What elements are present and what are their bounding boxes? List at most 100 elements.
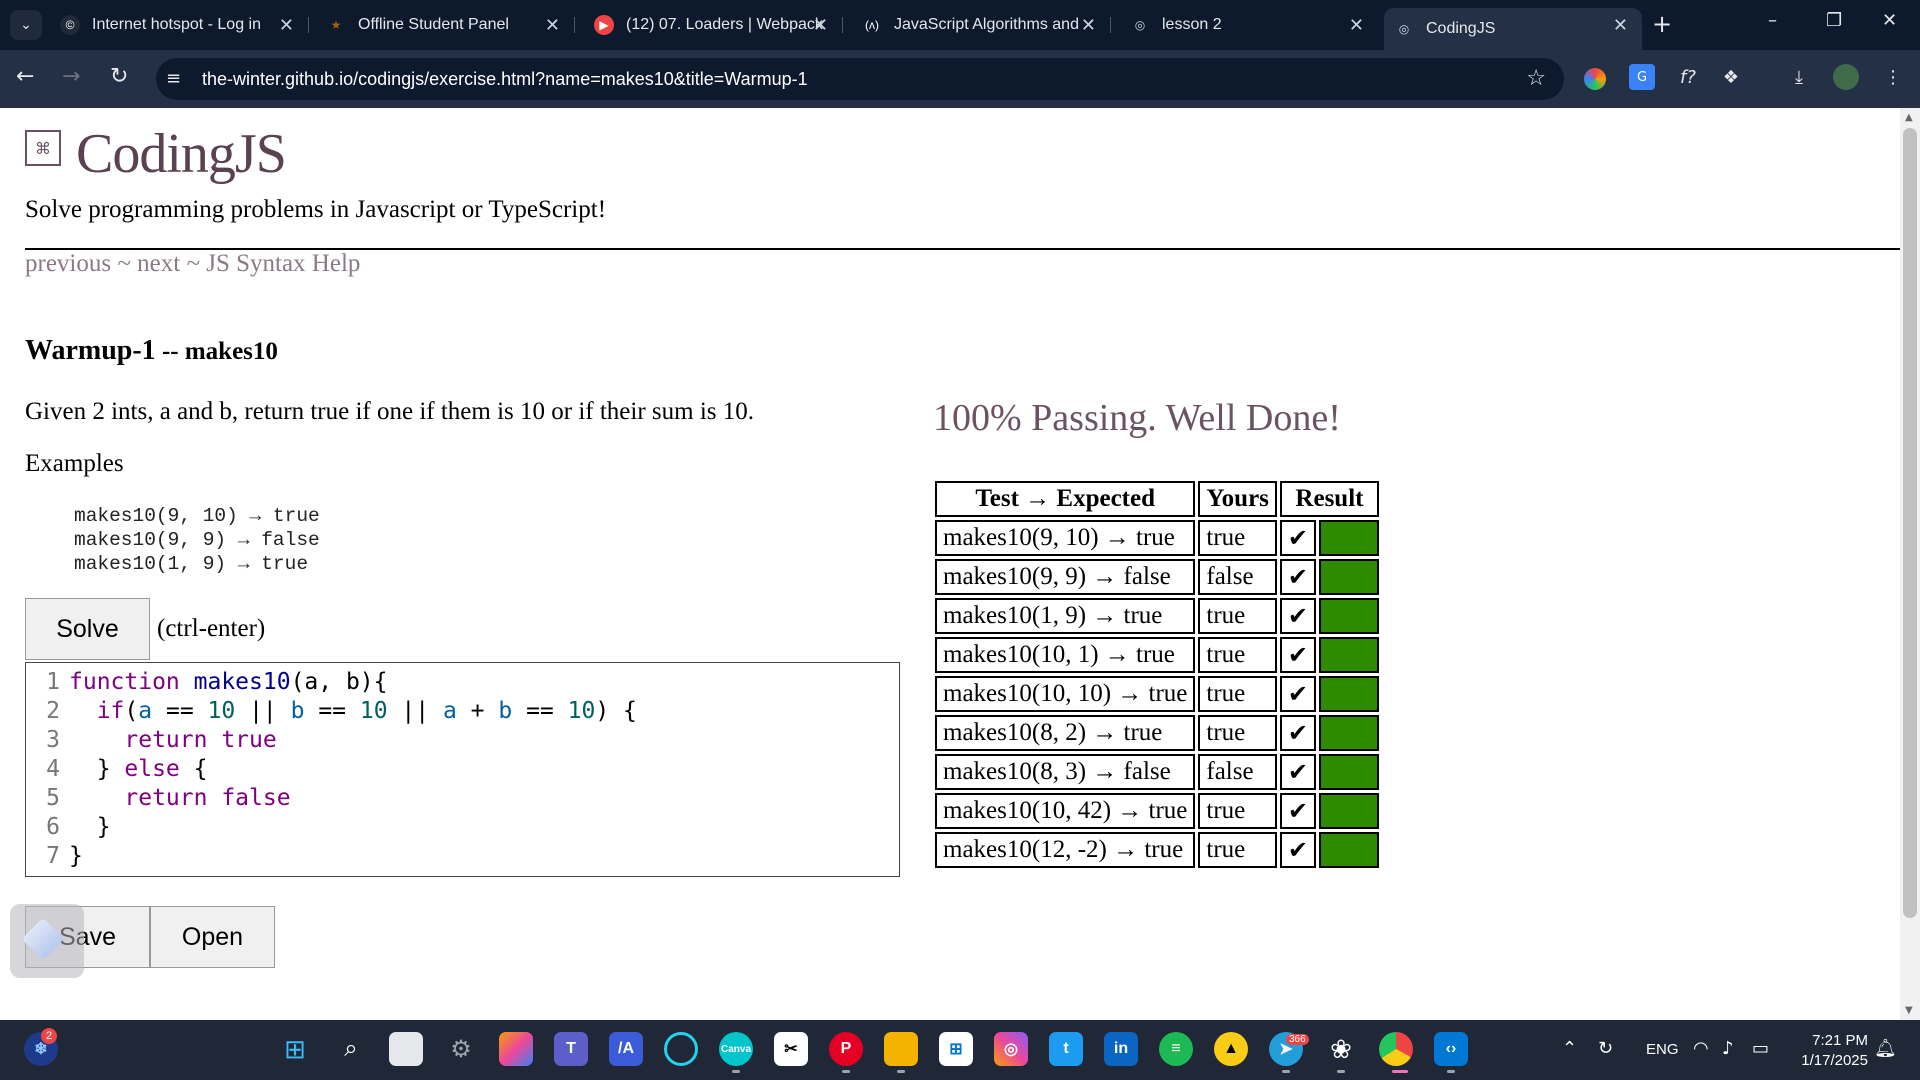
site-info-icon[interactable]: ≡: [166, 68, 181, 89]
solve-button[interactable]: Solve: [25, 598, 150, 660]
system-clock[interactable]: 7:21 PM 1/17/2025: [1780, 1031, 1868, 1071]
next-link[interactable]: next: [137, 250, 180, 277]
test-case-cell: makes10(12, -2) → true: [935, 832, 1196, 868]
settings-gear-icon[interactable]: ⚙: [444, 1032, 478, 1066]
code-token: }: [69, 843, 83, 869]
browser-tab[interactable]: ★ Offline Student Panel ✕: [316, 8, 575, 42]
pass-check-icon: ✔: [1279, 559, 1317, 595]
restore-icon[interactable]: ❐: [1826, 10, 1842, 31]
canva-icon[interactable]: Canva: [719, 1032, 753, 1066]
vpn-app-icon[interactable]: ▲: [1214, 1032, 1248, 1066]
task-view-icon[interactable]: [389, 1032, 423, 1066]
chrome-icon[interactable]: [1379, 1032, 1413, 1066]
notifications-bell-icon[interactable]: 🔔︎: [1874, 1038, 1897, 1059]
alexa-icon[interactable]: [664, 1032, 698, 1066]
file-explorer-icon[interactable]: [884, 1032, 918, 1066]
instagram-icon[interactable]: ◎: [994, 1032, 1028, 1066]
font-extension-icon[interactable]: f?: [1675, 64, 1701, 90]
yours-cell: true: [1198, 520, 1277, 556]
line-number: 3: [46, 727, 60, 753]
tab-favicon-icon: ★: [330, 18, 342, 32]
page-scrollbar[interactable]: ▲ ▼: [1900, 108, 1920, 1020]
close-tab-icon[interactable]: ✕: [1081, 15, 1096, 36]
code-editor[interactable]: 1 function makes10(a, b){2 if(a == 10 || …: [25, 662, 900, 877]
tab-search-chevron-icon[interactable]: ⌄: [10, 10, 42, 40]
color-extension-icon[interactable]: [1584, 68, 1606, 90]
teams-icon[interactable]: T: [554, 1032, 588, 1066]
minimize-icon[interactable]: –: [1768, 10, 1777, 31]
close-tab-icon[interactable]: ✕: [813, 15, 828, 36]
open-button[interactable]: Open: [150, 906, 275, 968]
code-text[interactable]: }: [69, 843, 83, 869]
browser-tab[interactable]: ◎ CodingJS ✕: [1384, 8, 1642, 50]
result-row: makes10(12, -2) → true true ✔: [935, 832, 1380, 868]
translate-extension-icon[interactable]: G: [1629, 64, 1655, 90]
show-hidden-icons-chevron-icon[interactable]: ⌃: [1562, 1038, 1577, 1059]
pass-check-icon: ✔: [1279, 676, 1317, 712]
spotify-icon[interactable]: ≡: [1159, 1032, 1193, 1066]
close-tab-icon[interactable]: ✕: [545, 15, 560, 36]
tab-separator: [1110, 17, 1111, 33]
search-icon[interactable]: ⌕: [334, 1032, 368, 1066]
close-tab-icon[interactable]: ✕: [1613, 15, 1628, 36]
streamline-app-icon[interactable]: /A: [609, 1032, 643, 1066]
copilot-icon[interactable]: [499, 1032, 533, 1066]
new-tab-button[interactable]: +: [1652, 10, 1672, 38]
sync-icon[interactable]: ↻: [1598, 1038, 1613, 1059]
test-case-cell: makes10(10, 10) → true: [935, 676, 1196, 712]
battery-icon[interactable]: ▭: [1752, 1038, 1769, 1059]
browser-tab[interactable]: © Internet hotspot - Log in ✕: [50, 8, 309, 42]
scrollbar-thumb[interactable]: [1903, 128, 1917, 918]
bookmark-star-icon[interactable]: ☆: [1526, 66, 1546, 91]
pinterest-icon[interactable]: P: [829, 1032, 863, 1066]
code-text[interactable]: function makes10(a, b){: [69, 669, 388, 695]
close-tab-icon[interactable]: ✕: [1349, 15, 1364, 36]
code-token: ) {: [595, 698, 637, 724]
wifi-icon[interactable]: ◠: [1693, 1038, 1709, 1059]
code-text[interactable]: return true: [69, 727, 276, 753]
twitter-icon[interactable]: t: [1049, 1032, 1083, 1066]
page-content: ⌘ CodingJS Solve programming problems in…: [0, 108, 1900, 1020]
capcut-icon[interactable]: ✂: [774, 1032, 808, 1066]
pass-indicator: [1319, 559, 1380, 595]
browser-tab[interactable]: ▶ (12) 07. Loaders | Webpack ✕: [584, 8, 843, 42]
codingjs-logo-icon: ⌘: [25, 130, 61, 166]
url-text[interactable]: the-winter.github.io/codingjs/exercise.h…: [202, 69, 808, 90]
vscode-icon[interactable]: ‹›: [1434, 1032, 1468, 1066]
browser-tab[interactable]: ◎ lesson 2 ✕: [1120, 8, 1378, 42]
line-number: 2: [46, 698, 60, 724]
pass-check-icon: ✔: [1279, 520, 1317, 556]
syntax-help-link[interactable]: JS Syntax Help: [206, 250, 360, 277]
input-language[interactable]: ENG: [1646, 1041, 1679, 1058]
address-bar[interactable]: ≡ the-winter.github.io/codingjs/exercise…: [156, 58, 1564, 100]
browser-tab[interactable]: (ʌ) JavaScript Algorithms and ✕: [852, 8, 1111, 42]
volume-icon[interactable]: ♪: [1722, 1038, 1734, 1059]
microsoft-store-icon[interactable]: ⊞: [939, 1032, 973, 1066]
code-text[interactable]: } else {: [69, 756, 208, 782]
code-text[interactable]: if(a == 10 || b == 10 || a + b == 10) {: [69, 698, 637, 724]
back-icon[interactable]: ←: [16, 64, 34, 89]
tab-strip: ⌄ © Internet hotspot - Log in ✕ ★ Offline St…: [0, 0, 1920, 50]
code-text[interactable]: }: [69, 814, 111, 840]
profile-avatar[interactable]: [1833, 64, 1859, 90]
tab-favicon-icon: ©: [60, 15, 80, 35]
downloads-icon[interactable]: ⤓: [1786, 64, 1812, 90]
code-token: a: [442, 698, 457, 724]
extensions-puzzle-icon[interactable]: ❖: [1718, 64, 1744, 90]
eraser-overlay-icon[interactable]: [10, 904, 84, 978]
pass-indicator: [1319, 832, 1380, 868]
close-window-icon[interactable]: ✕: [1882, 10, 1897, 31]
previous-link[interactable]: previous: [25, 250, 111, 277]
code-token: 10: [207, 698, 236, 724]
linkedin-icon[interactable]: in: [1104, 1032, 1138, 1066]
close-tab-icon[interactable]: ✕: [279, 15, 294, 36]
line-number: 7: [46, 843, 60, 869]
code-token: (: [124, 698, 139, 724]
chatgpt-icon[interactable]: ❀: [1324, 1032, 1358, 1066]
reload-icon[interactable]: ↻: [110, 64, 128, 89]
windows-start-icon[interactable]: ⊞: [278, 1032, 312, 1066]
code-text[interactable]: return false: [69, 785, 290, 811]
pass-check-icon: ✔: [1279, 793, 1317, 829]
forward-icon[interactable]: →: [62, 64, 80, 89]
browser-menu-icon[interactable]: ⋮: [1880, 64, 1906, 90]
